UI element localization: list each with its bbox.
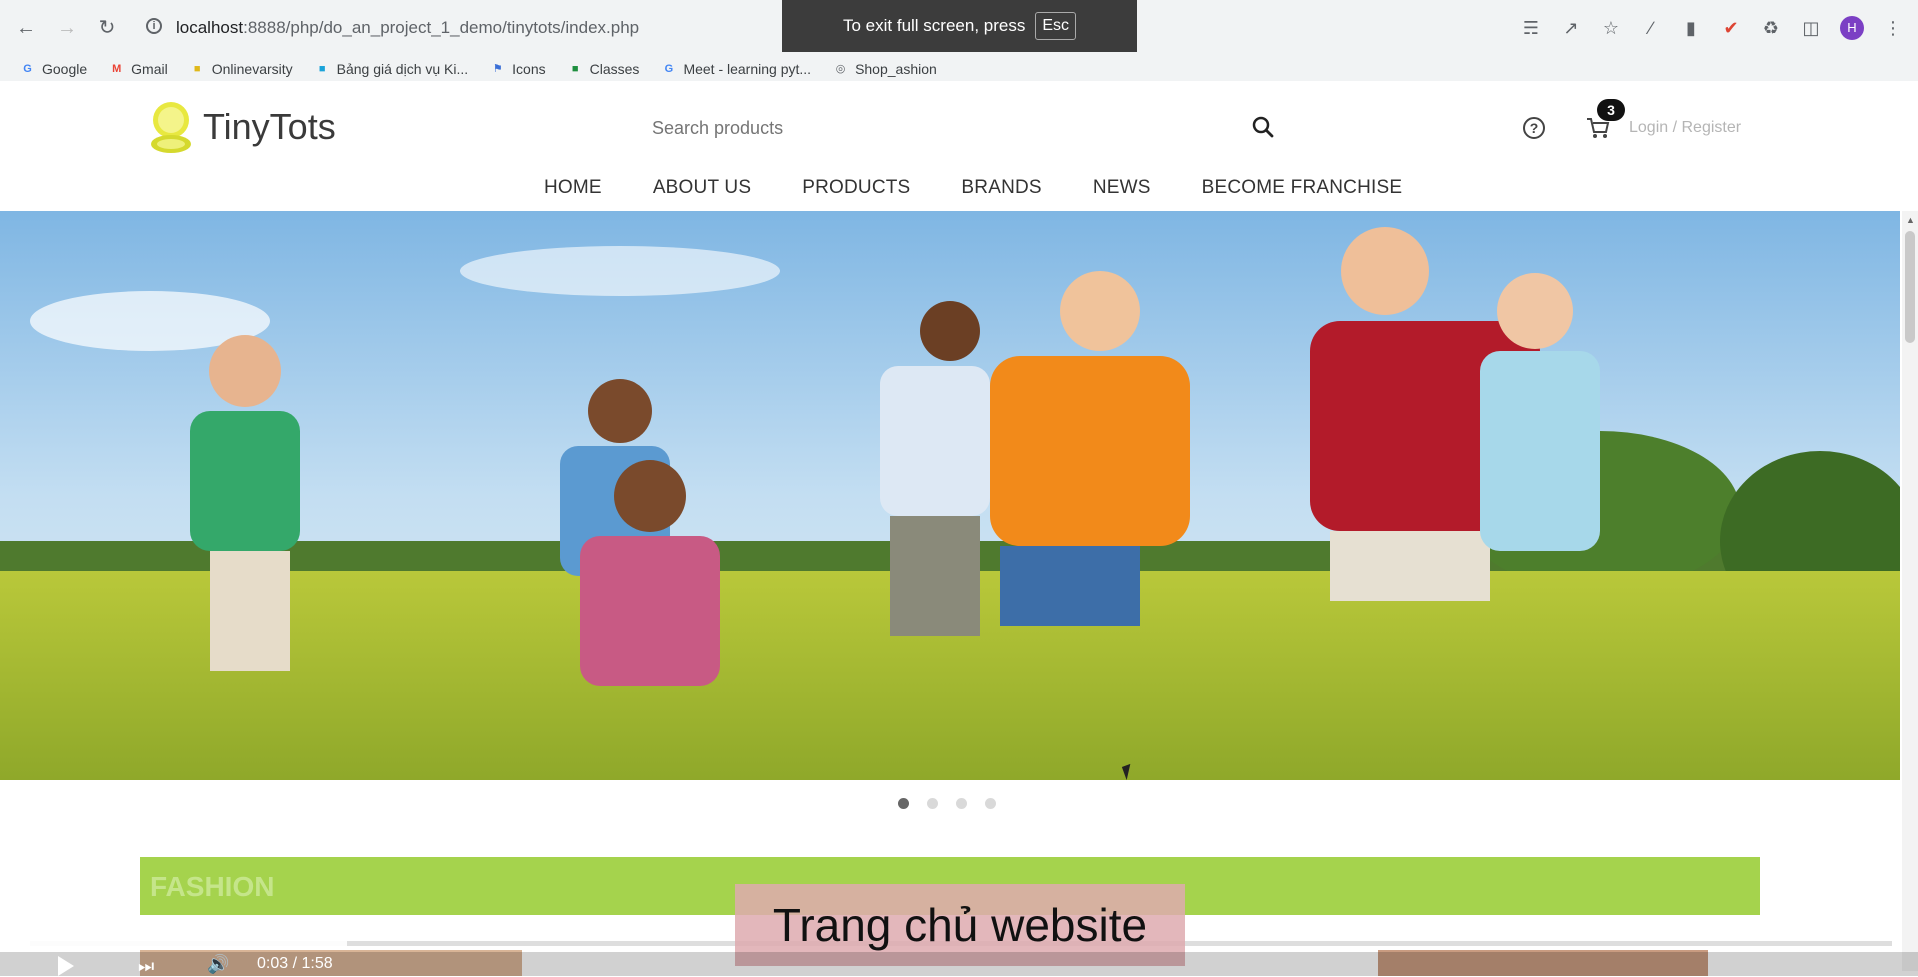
slider-dot[interactable] — [898, 798, 909, 809]
esc-key: Esc — [1035, 12, 1077, 40]
toolbar-actions: ☴ ↗ ☆ ∕ ▮ ✔ ♻ ◫ H ⋮ — [1520, 16, 1904, 40]
volume-icon[interactable]: 🔊 — [207, 954, 229, 975]
back-icon[interactable]: ← — [14, 16, 38, 40]
next-icon[interactable]: ⏭ — [138, 956, 154, 977]
site-info-icon[interactable]: i — [146, 18, 162, 34]
globe-icon: ◎ — [835, 62, 846, 75]
slider-dots — [898, 798, 996, 809]
video-time: 0:03 / 1:58 — [257, 955, 333, 972]
hero-image — [0, 211, 1900, 780]
address-bar[interactable]: localhost:8888/php/do_an_project_1_demo/… — [176, 14, 639, 42]
puzzle-icon[interactable]: ♻ — [1760, 17, 1782, 39]
translate-icon[interactable]: ☴ — [1520, 17, 1542, 39]
bookmark-label: Shop_ashion — [855, 61, 937, 77]
url-path: :8888/php/do_an_project_1_demo/tinytots/… — [243, 18, 640, 37]
search-icon[interactable] — [1251, 115, 1275, 139]
fullscreen-toast: To exit full screen, press Esc — [782, 0, 1137, 52]
bookmark-item[interactable]: ■ Classes — [568, 61, 640, 77]
bookmark-item[interactable]: G Google — [20, 61, 87, 77]
share-icon[interactable]: ↗ — [1560, 17, 1582, 39]
flag-icon: ⚑ — [492, 62, 503, 75]
hero-banner[interactable] — [0, 211, 1900, 780]
google-icon: G — [23, 62, 32, 75]
nav-home[interactable]: HOME — [544, 177, 602, 199]
main-nav: HOME ABOUT US PRODUCTS BRANDS NEWS BECOM… — [544, 177, 1402, 199]
nav-news[interactable]: NEWS — [1093, 177, 1151, 199]
extension-pen-icon[interactable]: ∕ — [1640, 17, 1662, 39]
bookmark-item[interactable]: ⚑ Icons — [490, 61, 546, 77]
forward-icon[interactable]: → — [55, 16, 79, 40]
slider-dot[interactable] — [956, 798, 967, 809]
ki-icon: ■ — [318, 62, 326, 75]
cart-count-badge: 3 — [1597, 99, 1625, 121]
profile-avatar[interactable]: H — [1840, 16, 1864, 40]
bookmark-item[interactable]: ■ Bảng giá dịch vụ Ki... — [315, 61, 469, 77]
side-panel-icon[interactable]: ◫ — [1800, 17, 1822, 39]
section-title: FASHION — [150, 871, 275, 902]
fullscreen-message: To exit full screen, press — [842, 16, 1026, 35]
bookmark-label: Meet - learning pyt... — [683, 61, 812, 77]
nav-about-us[interactable]: ABOUT US — [653, 177, 751, 199]
url-host: localhost — [176, 18, 244, 37]
search-bar — [650, 107, 1279, 149]
search-input[interactable] — [650, 107, 1279, 149]
slider-dot[interactable] — [927, 798, 938, 809]
scroll-up-icon[interactable]: ▲ — [1906, 215, 1915, 225]
video-progress-fill — [30, 941, 347, 946]
video-controls: ⏭ 🔊 0:03 / 1:58 — [0, 952, 1918, 976]
classroom-icon: ■ — [571, 62, 579, 75]
bookmark-label: Google — [42, 61, 88, 77]
bookmark-label: Classes — [589, 61, 640, 77]
logo-icon — [151, 102, 191, 153]
bookmarks-bar: G Google M Gmail ■ Onlinevarsity ■ Bảng giá dịc… — [0, 57, 1918, 81]
reload-icon[interactable]: ↻ — [95, 16, 119, 40]
ov-icon: ■ — [193, 62, 201, 75]
logo-text: TinyTots — [203, 106, 336, 147]
site-header: TinyTots ? 3 Login / Register HOME ABOUT… — [0, 81, 1918, 211]
bookmark-item[interactable]: ■ Onlinevarsity — [190, 61, 293, 77]
extension-color-icon[interactable]: ✔ — [1720, 17, 1742, 39]
nav-products[interactable]: PRODUCTS — [802, 177, 910, 199]
help-icon[interactable]: ? — [1523, 117, 1545, 139]
scroll-thumb[interactable] — [1905, 231, 1915, 343]
logo[interactable]: TinyTots — [147, 98, 336, 156]
bookmark-item[interactable]: G Meet - learning pyt... — [661, 61, 811, 77]
gmail-icon: M — [112, 62, 122, 75]
bookmark-label: Onlinevarsity — [211, 61, 293, 77]
bookmark-item[interactable]: M Gmail — [109, 61, 168, 77]
slider-dot[interactable] — [985, 798, 996, 809]
bookmark-label: Bảng giá dịch vụ Ki... — [336, 61, 469, 77]
page-scrollbar[interactable]: ▲ — [1902, 211, 1918, 971]
play-icon[interactable] — [58, 956, 74, 976]
menu-kebab-icon[interactable]: ⋮ — [1882, 17, 1904, 39]
extension-bar-icon[interactable]: ▮ — [1680, 17, 1702, 39]
nav-brands[interactable]: BRANDS — [961, 177, 1041, 199]
google-icon: G — [664, 62, 674, 75]
nav-become-franchise[interactable]: BECOME FRANCHISE — [1202, 177, 1403, 199]
bookmark-label: Gmail — [131, 61, 168, 77]
bookmark-item[interactable]: ◎ Shop_ashion — [833, 61, 937, 77]
star-icon[interactable]: ☆ — [1600, 17, 1622, 39]
bookmark-label: Icons — [512, 61, 546, 77]
login-register-link[interactable]: Login / Register — [1629, 119, 1741, 137]
